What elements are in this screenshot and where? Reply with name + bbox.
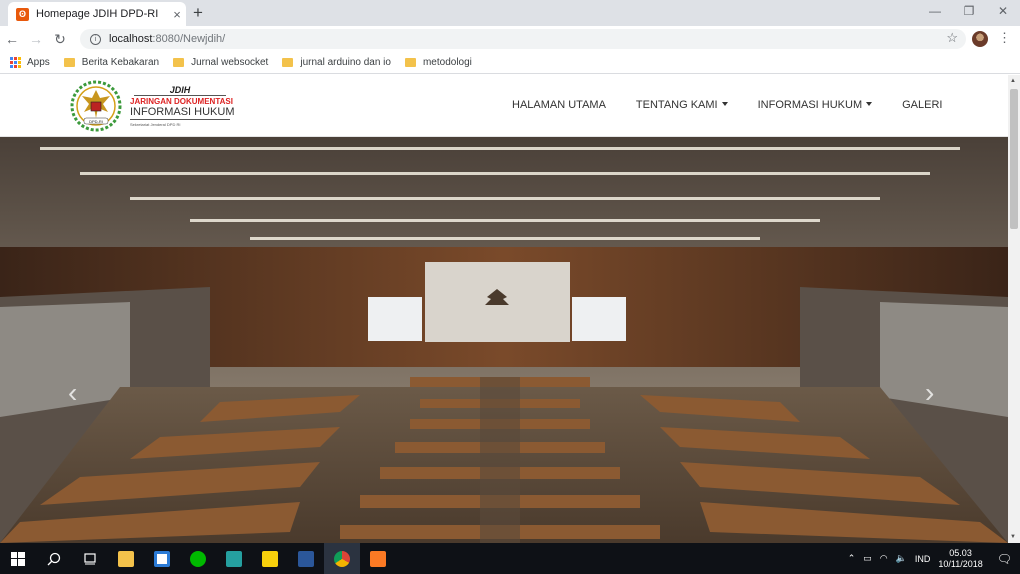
folder-icon <box>404 58 416 67</box>
wifi-icon[interactable]: ◠ <box>880 553 888 564</box>
profile-avatar-icon[interactable] <box>972 31 988 47</box>
site-header: DPD-RI JDIH JARINGAN DOKUMENTASI INFORMA… <box>0 75 1008 137</box>
nav-label: HALAMAN UTAMA <box>512 99 606 111</box>
chevron-up-icon[interactable]: ⌃ <box>848 553 856 564</box>
page-viewport: DPD-RI JDIH JARINGAN DOKUMENTASI INFORMA… <box>0 75 1020 543</box>
folder-icon <box>63 58 75 67</box>
windows-taskbar: ⌃ ▭ ◠ 🔈 IND 05.03 10/11/2018 🗨 <box>0 543 1020 574</box>
bookmark-berita-kebakaran[interactable]: Berita Kebakaran <box>63 57 160 68</box>
system-tray: ⌃ ▭ ◠ 🔈 IND 05.03 10/11/2018 🗨 <box>848 543 1020 574</box>
notification-icon[interactable]: 🗨 <box>997 552 1012 566</box>
maximize-button[interactable]: ❐ <box>952 0 986 24</box>
apps-grid-icon <box>10 57 21 68</box>
bookmark-jurnal-websocket[interactable]: Jurnal websocket <box>173 57 268 68</box>
page-scrollbar[interactable]: ▲ ▼ <box>1008 75 1020 543</box>
clock-time: 05.03 <box>949 547 972 558</box>
bookmark-label: Jurnal websocket <box>191 57 269 68</box>
logo-informasi: INFORMASI HUKUM <box>130 106 235 120</box>
caret-down-icon <box>866 102 873 106</box>
xampp-favicon-icon: ʘ <box>16 7 29 21</box>
window-controls: — ❐ ✕ <box>918 0 1020 24</box>
nav-tentang-kami[interactable]: TENTANG KAMI <box>636 99 728 111</box>
battery-icon[interactable]: ▭ <box>863 553 872 564</box>
main-nav: HALAMAN UTAMA TENTANG KAMI INFORMASI HUK… <box>512 99 972 111</box>
parliament-hall-image <box>0 137 1008 543</box>
bookmark-metodologi[interactable]: metodologi <box>404 57 472 68</box>
clock[interactable]: 05.03 10/11/2018 <box>938 548 982 570</box>
site-logo[interactable]: DPD-RI JDIH JARINGAN DOKUMENTASI INFORMA… <box>70 80 235 132</box>
info-icon[interactable]: i <box>90 33 101 45</box>
logo-text: JDIH JARINGAN DOKUMENTASI INFORMASI HUKU… <box>130 85 235 127</box>
garuda-emblem-icon: DPD-RI <box>70 80 122 132</box>
logo-jaringan: JARINGAN DOKUMENTASI <box>130 97 233 106</box>
store-icon[interactable] <box>144 543 180 574</box>
browser-toolbar: ← → ↻ i localhost:8080/Newjdih/ ☆ <box>0 26 1020 52</box>
bookmark-jurnal-arduino[interactable]: jurnal arduino dan io <box>282 57 391 68</box>
forward-arrow-icon[interactable]: → <box>24 31 48 47</box>
bookmarks-bar: Apps Berita Kebakaran Jurnal websocket j… <box>0 52 1020 74</box>
bookmark-label: Apps <box>27 57 50 68</box>
windows-start-icon[interactable] <box>0 543 36 574</box>
new-tab-button[interactable]: + <box>193 3 203 23</box>
minimize-button[interactable]: — <box>918 0 952 24</box>
seal-text: DPD-RI <box>89 119 103 124</box>
tab-close-icon[interactable]: × <box>168 7 186 22</box>
close-window-button[interactable]: ✕ <box>986 0 1020 24</box>
xampp-icon[interactable] <box>360 543 396 574</box>
url-path: :8080/Newjdih/ <box>152 33 226 45</box>
scroll-down-icon[interactable]: ▼ <box>1010 534 1016 540</box>
folder-icon <box>282 58 294 67</box>
tab-title: Homepage JDIH DPD-RI <box>36 8 159 20</box>
scroll-up-icon[interactable]: ▲ <box>1010 78 1016 84</box>
language-indicator[interactable]: IND <box>915 554 931 564</box>
logo-sekretariat: Sekretariat Jenderal DPD RI <box>130 122 181 127</box>
file-explorer-icon[interactable] <box>108 543 144 574</box>
nav-galeri[interactable]: GALERI <box>902 99 942 111</box>
whatsapp-icon[interactable] <box>216 543 252 574</box>
nav-informasi-hukum[interactable]: INFORMASI HUKUM <box>758 99 873 111</box>
chrome-icon[interactable] <box>324 543 360 574</box>
hero-carousel: ‹ › <box>0 137 1008 543</box>
carousel-next-icon[interactable]: › <box>925 377 934 409</box>
nav-label: GALERI <box>902 99 943 111</box>
volume-icon[interactable]: 🔈 <box>896 553 907 564</box>
sticky-notes-icon[interactable] <box>252 543 288 574</box>
tab-strip: ʘ Homepage JDIH DPD-RI × + — ❐ ✕ <box>0 0 1020 26</box>
nav-halaman-utama[interactable]: HALAMAN UTAMA <box>512 99 606 111</box>
bookmark-label: Berita Kebakaran <box>81 57 160 68</box>
word-icon[interactable] <box>288 543 324 574</box>
logo-jdih: JDIH <box>134 85 226 96</box>
clock-date: 10/11/2018 <box>938 558 983 569</box>
browser-menu-icon[interactable]: ⋮ <box>998 30 1011 46</box>
reload-icon[interactable]: ↻ <box>48 31 72 48</box>
back-arrow-icon[interactable]: ← <box>0 31 24 47</box>
bookmark-star-icon[interactable]: ☆ <box>946 30 958 46</box>
address-bar[interactable]: i localhost:8080/Newjdih/ ☆ <box>80 29 966 49</box>
bookmark-label: metodologi <box>422 57 472 68</box>
folder-icon <box>173 58 185 67</box>
nav-label: INFORMASI HUKUM <box>757 99 863 111</box>
bookmark-apps[interactable]: Apps <box>10 57 50 68</box>
caret-down-icon <box>721 102 728 106</box>
browser-tab[interactable]: ʘ Homepage JDIH DPD-RI × <box>8 2 186 26</box>
carousel-prev-icon[interactable]: ‹ <box>68 377 77 409</box>
task-view-icon[interactable] <box>72 543 108 574</box>
line-icon[interactable] <box>180 543 216 574</box>
search-icon[interactable] <box>36 543 72 574</box>
bookmark-label: jurnal arduino dan io <box>300 57 391 68</box>
nav-label: TENTANG KAMI <box>635 99 718 111</box>
url-host: localhost <box>109 33 153 45</box>
scroll-thumb[interactable] <box>1010 89 1018 229</box>
